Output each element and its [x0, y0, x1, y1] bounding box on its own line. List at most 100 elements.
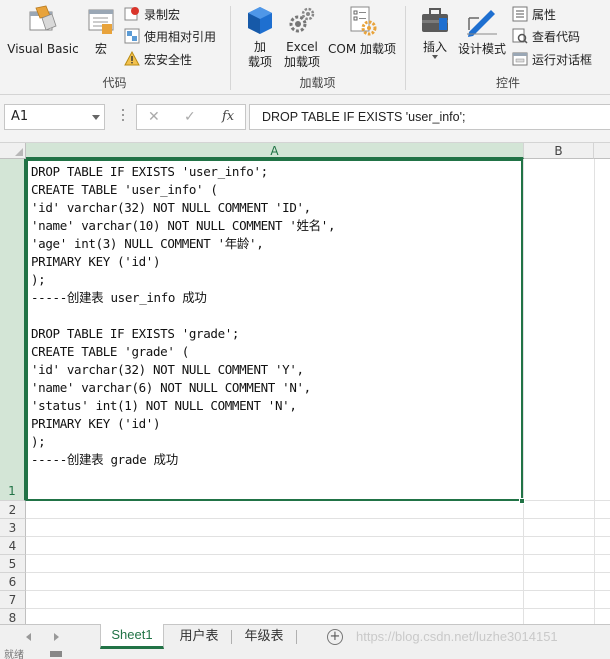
tab-users[interactable]: 用户表 — [168, 625, 230, 649]
cell-text-line: 'status' int(1) NOT NULL COMMENT 'N', — [31, 398, 297, 413]
cell-text-line: 'age' int(3) NULL COMMENT '年龄', — [31, 236, 264, 251]
column-header-a[interactable]: A — [26, 143, 524, 159]
ribbon: Visual Basic 宏 录制宏 使用相对引用 宏安全性 代码 加 载项 E… — [0, 0, 610, 95]
cell-text-line: CREATE TABLE 'user_info' ( — [31, 182, 218, 197]
gridline — [26, 554, 610, 555]
row-header-7[interactable]: 7 — [0, 591, 26, 609]
cell-text-line: ); — [31, 272, 46, 287]
cell-text-line: DROP TABLE IF EXISTS 'grade'; — [31, 326, 240, 341]
excel-addins-label-2: 加载项 — [283, 55, 320, 69]
chevron-down-icon — [432, 55, 438, 59]
cell-text-line: DROP TABLE IF EXISTS 'user_info'; — [31, 164, 268, 179]
cell-text-line — [31, 307, 518, 325]
macro-security-button[interactable]: 宏安全性 — [124, 49, 192, 69]
run-dialog-label: 运行对话框 — [532, 52, 593, 67]
cell-text-line: 'name' varchar(6) NOT NULL COMMENT 'N', — [31, 380, 311, 395]
relative-refs-label: 使用相对引用 — [144, 29, 217, 44]
next-sheet-icon[interactable] — [54, 633, 59, 641]
select-all-button[interactable] — [0, 143, 26, 159]
visual-basic-icon — [29, 5, 57, 31]
addins-label-1: 加 — [253, 40, 266, 54]
view-code-label: 查看代码 — [532, 29, 581, 44]
formula-bar: A1 ✕ ✓ fx DROP TABLE IF EXISTS 'user_inf… — [0, 95, 610, 143]
gridline — [26, 608, 610, 609]
chevron-down-icon[interactable] — [92, 115, 100, 120]
controls-group-label: 控件 — [495, 76, 520, 90]
tab-separator — [296, 630, 297, 644]
macros-icon — [88, 9, 114, 34]
tab-grades[interactable]: 年级表 — [233, 625, 295, 649]
sheet-tabs-bar: Sheet1 用户表 年级表 + https://blog.csdn.net/l… — [0, 624, 610, 649]
macros-label: 宏 — [94, 42, 107, 56]
com-addins-button[interactable]: COM 加载项 — [325, 4, 399, 57]
insert-label: 插入 — [422, 40, 447, 54]
properties-button[interactable]: 属性 — [512, 4, 556, 24]
status-text: 就绪 — [4, 650, 24, 659]
controls-group: 插入 设计模式 属性 查看代码 运行对话框 控件 — [406, 0, 610, 95]
formula-input[interactable]: DROP TABLE IF EXISTS 'user_info'; — [249, 104, 610, 130]
column-header-c[interactable] — [594, 143, 610, 159]
record-macro-label: 录制宏 — [144, 7, 181, 22]
addins-button[interactable]: 加 载项 — [243, 4, 277, 70]
status-bar: 就绪 — [0, 649, 610, 659]
worksheet-grid[interactable]: A B 1 2 3 4 5 6 7 8 DROP TABLE IF EXISTS… — [0, 143, 610, 624]
com-addins-icon — [350, 6, 377, 36]
formula-buttons: ✕ ✓ fx — [136, 104, 246, 130]
gridline — [26, 572, 610, 573]
visual-basic-button[interactable]: Visual Basic — [6, 4, 80, 57]
design-mode-icon — [467, 10, 497, 37]
view-code-icon — [512, 28, 528, 44]
row-header-4[interactable]: 4 — [0, 537, 26, 555]
design-mode-button[interactable]: 设计模式 — [456, 4, 508, 57]
excel-addins-button[interactable]: Excel 加载项 — [281, 4, 323, 70]
insert-function-icon[interactable]: fx — [222, 109, 234, 124]
cell-text-line: PRIMARY KEY ('id') — [31, 416, 161, 431]
com-addins-label: COM 加载项 — [328, 42, 396, 56]
addins-cube-icon — [248, 7, 272, 34]
insert-control-button[interactable]: 插入 — [416, 4, 454, 59]
view-code-button[interactable]: 查看代码 — [512, 26, 580, 46]
relative-refs-button[interactable]: 使用相对引用 — [124, 26, 216, 46]
column-header-b[interactable]: B — [524, 143, 594, 159]
add-sheet-button[interactable]: + — [327, 629, 343, 645]
tab-sheet1[interactable]: Sheet1 — [100, 624, 164, 649]
prev-sheet-icon[interactable] — [26, 633, 31, 641]
gear-icon — [289, 7, 315, 33]
macros-button[interactable]: 宏 — [84, 4, 118, 57]
gridline — [26, 518, 610, 519]
formula-bar-grip[interactable] — [122, 109, 124, 125]
toolbox-icon — [422, 8, 448, 32]
warning-icon — [124, 50, 140, 67]
macro-record-icon[interactable] — [50, 651, 62, 657]
row-header-1[interactable]: 1 — [0, 159, 26, 501]
relative-refs-icon — [124, 28, 140, 44]
code-group-label: 代码 — [102, 76, 127, 90]
cancel-icon[interactable]: ✕ — [148, 109, 160, 125]
fill-handle[interactable] — [519, 498, 525, 504]
cell-text-line: 'name' varchar(10) NOT NULL COMMENT '姓名'… — [31, 218, 336, 233]
cell-text-line: -----创建表 grade 成功 — [31, 452, 178, 467]
row-header-5[interactable]: 5 — [0, 555, 26, 573]
name-box[interactable]: A1 — [4, 104, 105, 130]
cell-text-line: CREATE TABLE 'grade' ( — [31, 344, 189, 359]
enter-icon[interactable]: ✓ — [184, 109, 196, 125]
cell-a1[interactable]: DROP TABLE IF EXISTS 'user_info'; CREATE… — [26, 159, 523, 501]
addins-group: 加 载项 Excel 加载项 COM 加载项 加载项 — [231, 0, 404, 95]
gridline — [26, 590, 610, 591]
row-header-8[interactable]: 8 — [0, 609, 26, 624]
row-header-2[interactable]: 2 — [0, 501, 26, 519]
design-mode-label: 设计模式 — [457, 42, 506, 56]
cell-text-line: ); — [31, 434, 46, 449]
tab-separator — [231, 630, 232, 644]
properties-icon — [512, 6, 528, 22]
macro-security-label: 宏安全性 — [144, 52, 193, 67]
cell-text-line: -----创建表 user_info 成功 — [31, 290, 207, 305]
name-box-value: A1 — [11, 109, 29, 124]
run-dialog-button[interactable]: 运行对话框 — [512, 49, 592, 69]
record-macro-button[interactable]: 录制宏 — [124, 4, 180, 24]
row-header-3[interactable]: 3 — [0, 519, 26, 537]
cell-text-line: 'id' varchar(32) NOT NULL COMMENT 'Y', — [31, 362, 304, 377]
record-macro-icon — [124, 6, 140, 22]
gridline — [26, 536, 610, 537]
row-header-6[interactable]: 6 — [0, 573, 26, 591]
